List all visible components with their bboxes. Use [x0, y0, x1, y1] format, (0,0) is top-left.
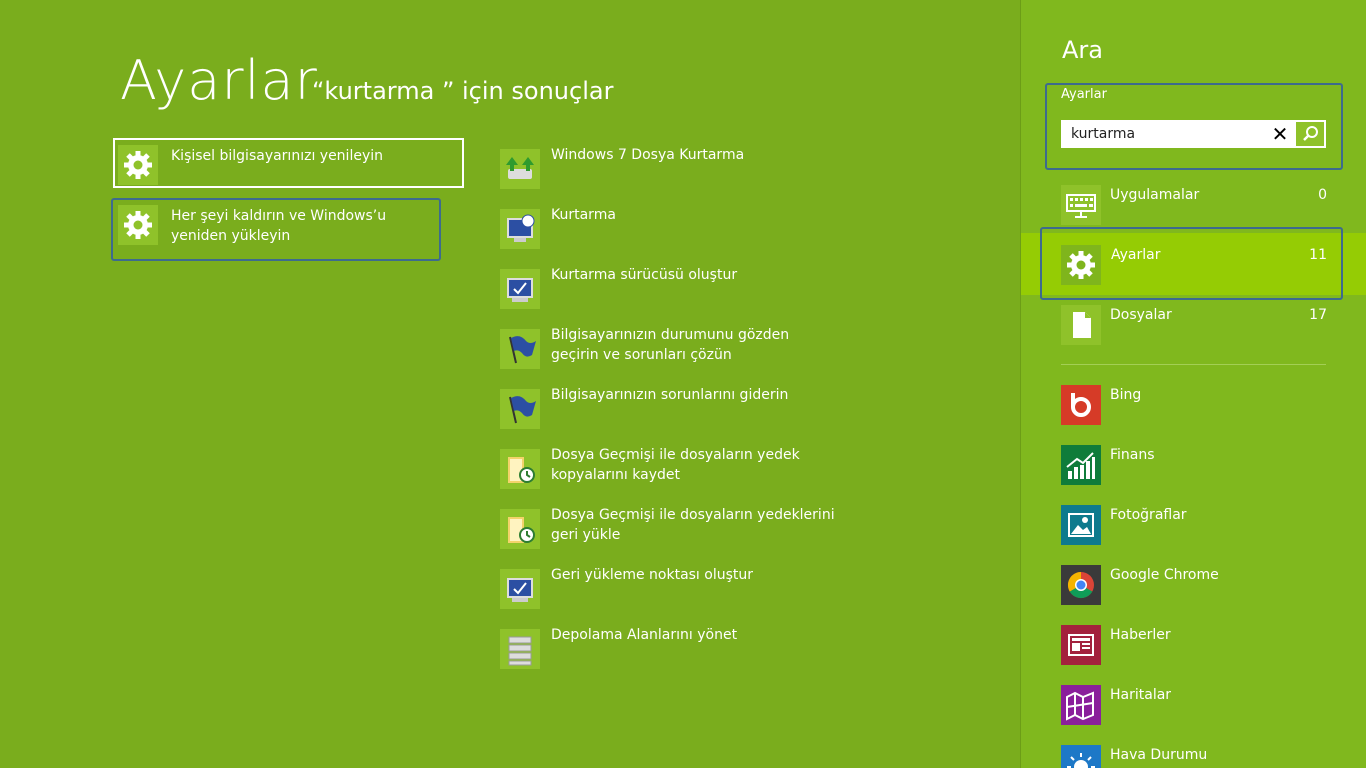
app-label: Google Chrome [1110, 567, 1219, 583]
maps-icon [1061, 685, 1101, 725]
search-box: ✕ [1061, 120, 1326, 148]
category-files[interactable]: Dosyalar 17 [1061, 305, 1327, 345]
app-label: Finans [1110, 447, 1155, 463]
chrome-icon [1061, 565, 1101, 605]
result-label: Bilgisayarınızın durumunu gözden geçirin… [551, 327, 790, 363]
clear-search-button[interactable]: ✕ [1266, 120, 1294, 148]
result-create-recovery-drive[interactable]: Kurtarma sürücüsü oluştur [500, 265, 840, 309]
result-label: Bilgisayarınızın sorunlarını giderin [551, 387, 789, 403]
result-file-history-restore[interactable]: Dosya Geçmişi ile dosyaların yedeklerini… [500, 505, 840, 549]
category-label: Uygulamalar [1110, 187, 1200, 203]
category-count: 0 [1318, 187, 1327, 203]
page-subtitle: “kurtarma ” için sonuçlar [312, 77, 614, 105]
result-troubleshoot[interactable]: Bilgisayarınızın sorunlarını giderin [500, 385, 840, 429]
finance-icon [1061, 445, 1101, 485]
category-count: 17 [1309, 307, 1327, 323]
search-button[interactable] [1296, 122, 1324, 146]
app-finance[interactable]: Finans [1061, 445, 1327, 485]
app-label: Fotoğraflar [1110, 507, 1187, 523]
search-icon [1303, 126, 1318, 141]
backup-icon [500, 149, 540, 189]
search-input[interactable] [1061, 120, 1281, 148]
result-create-restore-point[interactable]: Geri yükleme noktası oluştur [500, 565, 840, 609]
flag-icon [500, 329, 540, 369]
news-icon [1061, 625, 1101, 665]
app-label: Bing [1110, 387, 1142, 403]
result-label: Dosya Geçmişi ile dosyaların yedek kopya… [551, 447, 800, 483]
file-history-icon [500, 509, 540, 549]
result-windows7-file-recovery[interactable]: Windows 7 Dosya Kurtarma [500, 145, 840, 189]
page-title: Ayarlar [120, 49, 318, 112]
result-recovery[interactable]: Kurtarma [500, 205, 840, 249]
file-history-icon [500, 449, 540, 489]
app-maps[interactable]: Haritalar [1061, 685, 1327, 725]
weather-icon [1061, 745, 1101, 768]
result-label: Her şeyi kaldırın ve Windows’u yeniden y… [171, 208, 387, 244]
gear-icon [118, 145, 158, 185]
keyboard-icon [1061, 185, 1101, 225]
result-review-status[interactable]: Bilgisayarınızın durumunu gözden geçirin… [500, 325, 840, 369]
bing-icon [1061, 385, 1101, 425]
app-label: Haberler [1110, 627, 1171, 643]
app-weather[interactable]: Hava Durumu [1061, 745, 1327, 768]
document-icon [1061, 305, 1101, 345]
search-panel-title: Ara [1062, 36, 1103, 64]
result-refresh-pc[interactable]: Kişisel bilgisayarınızı yenileyin [118, 143, 438, 187]
app-bing[interactable]: Bing [1061, 385, 1327, 425]
gear-icon [1061, 245, 1101, 285]
search-scope-label: Ayarlar [1061, 87, 1107, 102]
app-google-chrome[interactable]: Google Chrome [1061, 565, 1327, 605]
category-label: Ayarlar [1111, 247, 1161, 263]
result-reset-pc[interactable]: Her şeyi kaldırın ve Windows’u yeniden y… [118, 203, 438, 247]
divider [1061, 364, 1326, 365]
storage-icon [500, 629, 540, 669]
app-label: Hava Durumu [1110, 747, 1208, 763]
gear-icon [118, 205, 158, 245]
app-news[interactable]: Haberler [1061, 625, 1327, 665]
result-label: Windows 7 Dosya Kurtarma [551, 147, 745, 163]
category-label: Dosyalar [1110, 307, 1172, 323]
result-label: Kişisel bilgisayarınızı yenileyin [171, 148, 383, 164]
result-label: Dosya Geçmişi ile dosyaların yedeklerini… [551, 507, 835, 543]
recovery-icon [500, 209, 540, 249]
category-settings[interactable]: Ayarlar 11 [1061, 245, 1327, 285]
app-label: Haritalar [1110, 687, 1172, 703]
category-apps[interactable]: Uygulamalar 0 [1061, 185, 1327, 225]
recovery-drive-icon [500, 269, 540, 309]
result-label: Kurtarma sürücüsü oluştur [551, 267, 738, 283]
result-label: Depolama Alanlarını yönet [551, 627, 738, 643]
results-area: Ayarlar “kurtarma ” için sonuçlar Kişise… [0, 0, 1020, 768]
flag-icon [500, 389, 540, 429]
category-count: 11 [1309, 247, 1327, 263]
app-photos[interactable]: Fotoğraflar [1061, 505, 1327, 545]
photos-icon [1061, 505, 1101, 545]
result-manage-storage[interactable]: Depolama Alanlarını yönet [500, 625, 840, 669]
result-file-history-backup[interactable]: Dosya Geçmişi ile dosyaların yedek kopya… [500, 445, 840, 489]
result-label: Geri yükleme noktası oluştur [551, 567, 754, 583]
result-label: Kurtarma [551, 207, 616, 223]
restore-point-icon [500, 569, 540, 609]
